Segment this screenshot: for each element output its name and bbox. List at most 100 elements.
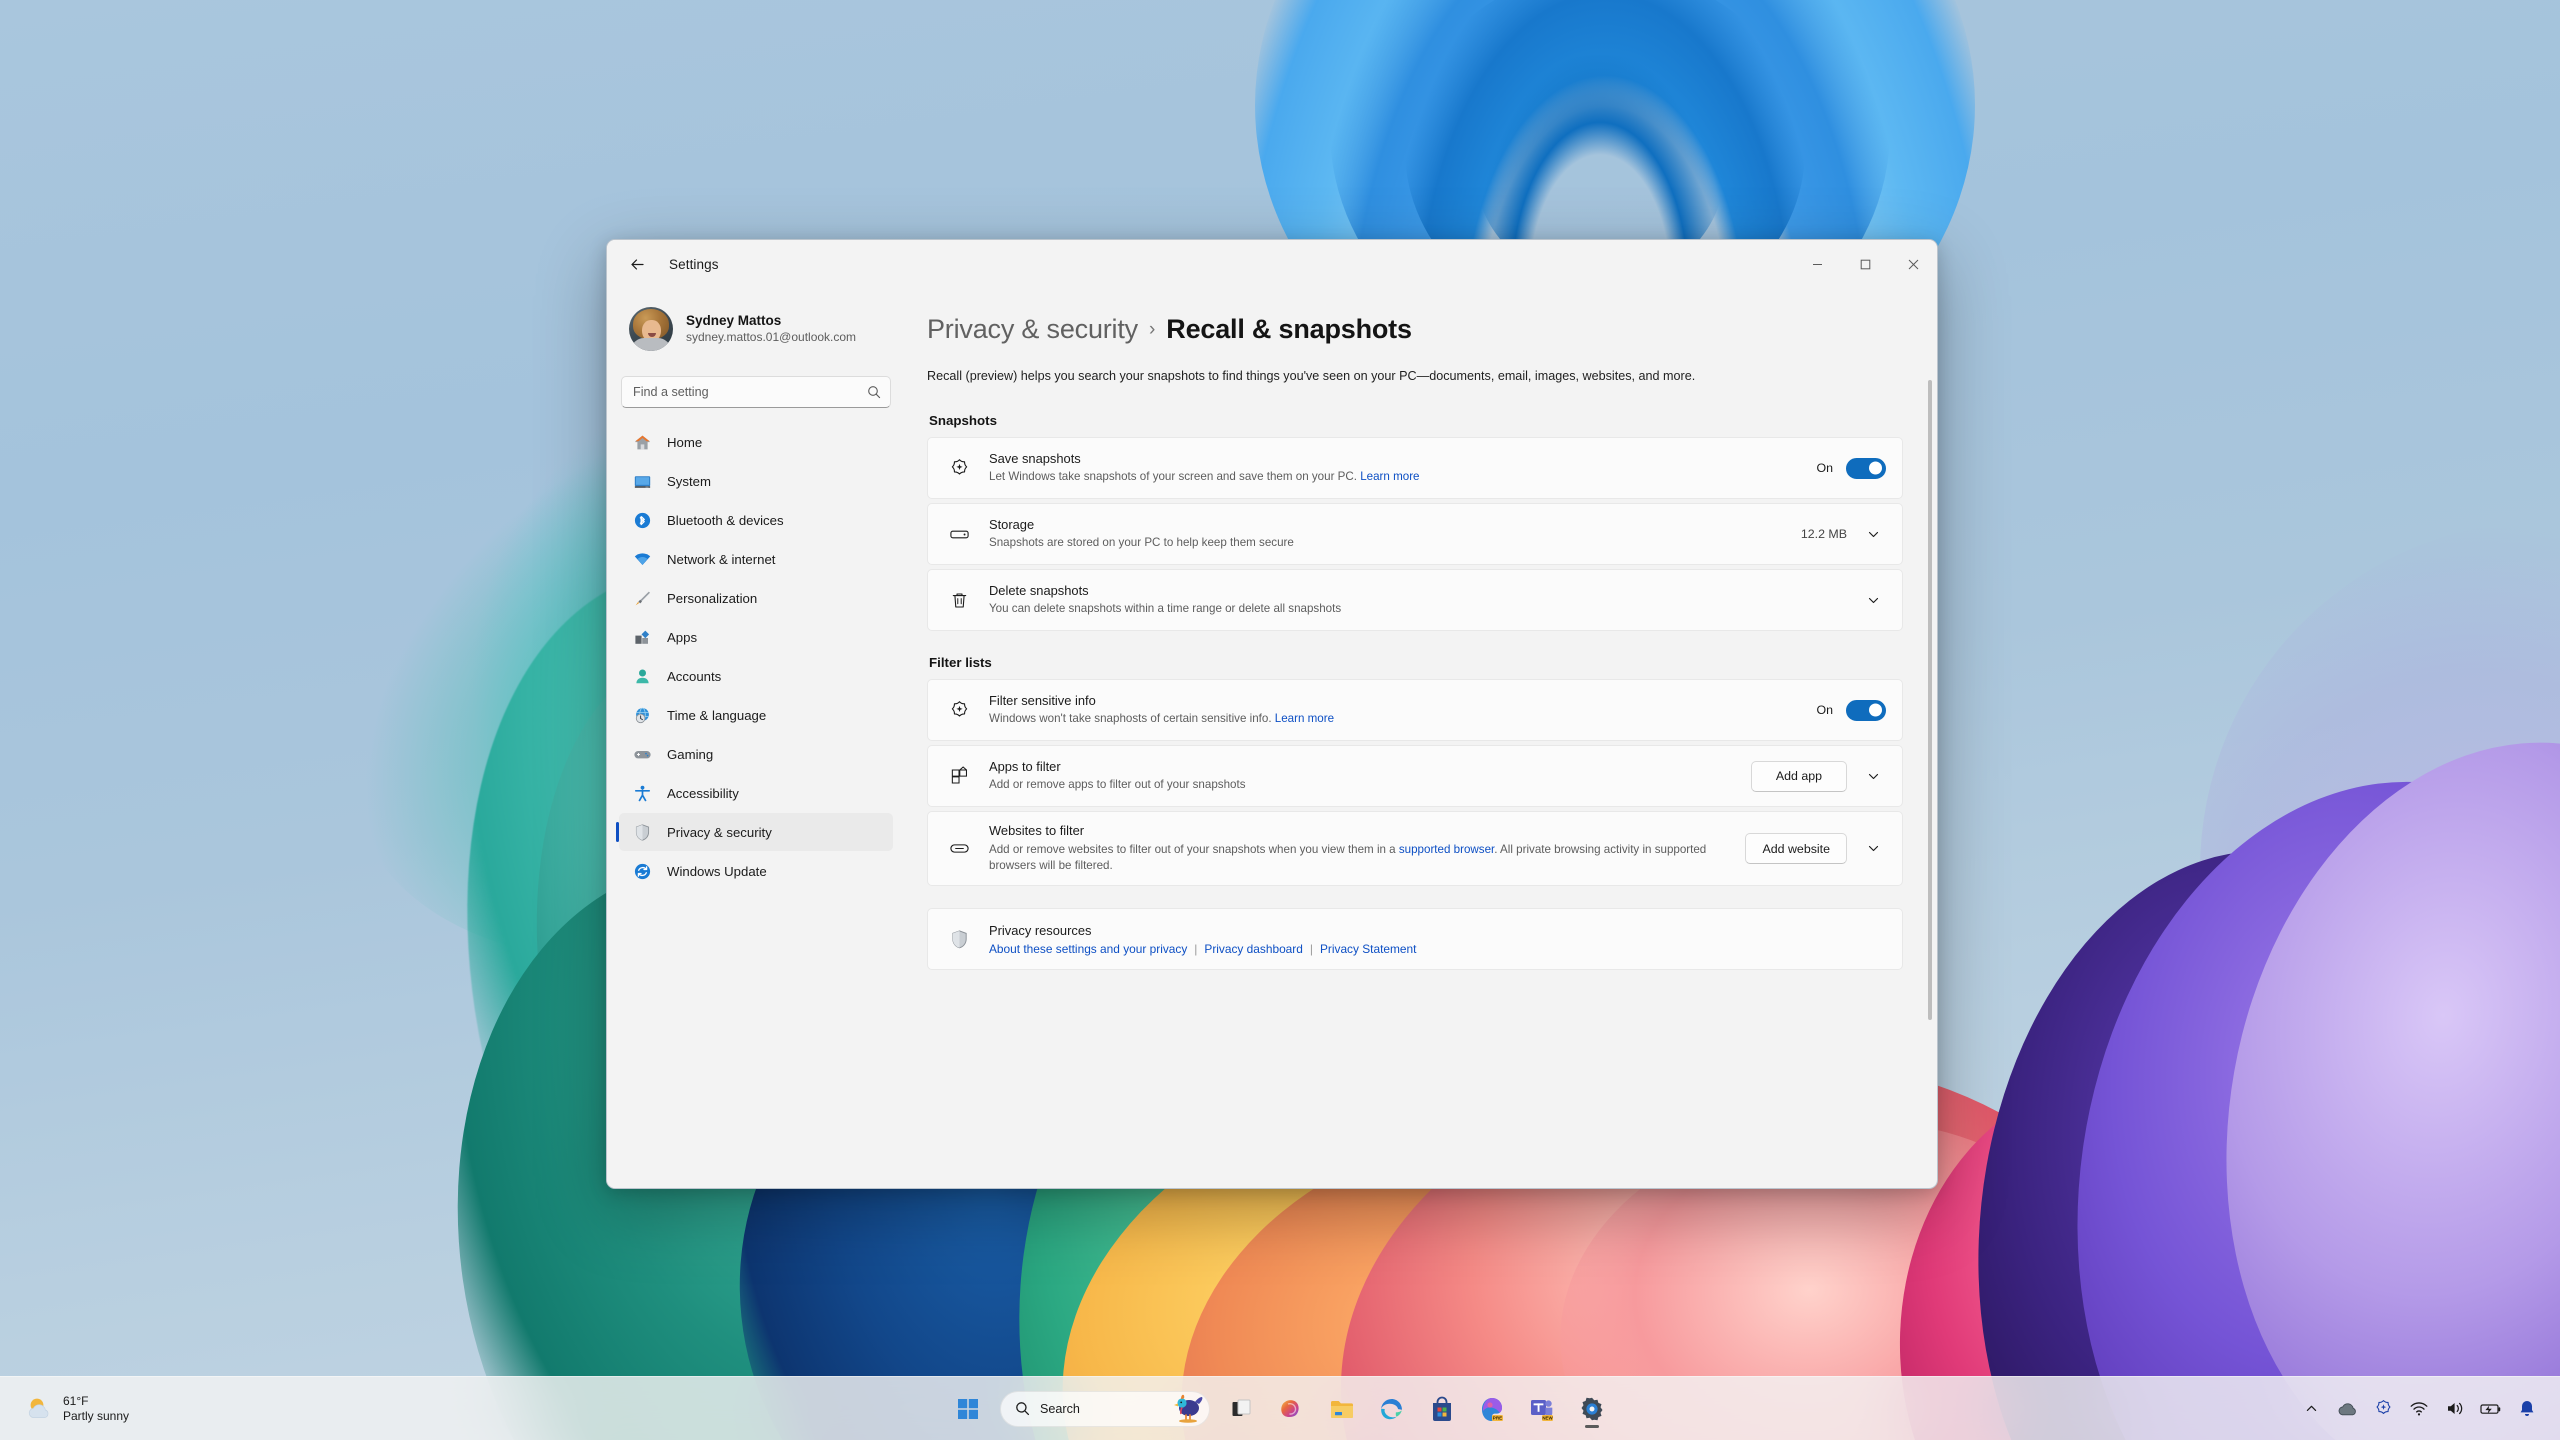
learn-more-link[interactable]: Learn more xyxy=(1275,712,1334,725)
taskbar-app-file-explorer[interactable] xyxy=(1320,1387,1364,1431)
filter-sensitive-info-toggle[interactable] xyxy=(1846,699,1886,721)
link-icon xyxy=(946,838,972,859)
sidebar-item-privacy-security[interactable]: Privacy & security xyxy=(616,813,893,851)
teams-icon: NEW xyxy=(1531,1399,1553,1421)
settings-window: Settings Sydney Mattos sydney.mattos.01@… xyxy=(606,239,1938,1189)
chevron-down-icon[interactable] xyxy=(1860,587,1886,613)
sidebar-item-bluetooth-devices[interactable]: Bluetooth & devices xyxy=(619,501,893,539)
apps-grid-icon xyxy=(631,626,653,648)
sidebar-item-apps[interactable]: Apps xyxy=(619,618,893,656)
home-icon xyxy=(631,431,653,453)
card-delete-snapshots[interactable]: Delete snapshots You can delete snapshot… xyxy=(927,569,1903,632)
link-divider: | xyxy=(1194,942,1198,957)
sidebar: Sydney Mattos sydney.mattos.01@outlook.c… xyxy=(607,288,905,1188)
apps-filter-icon xyxy=(946,766,972,787)
weather-condition: Partly sunny xyxy=(63,1408,130,1423)
tray-recall[interactable] xyxy=(2366,1389,2400,1429)
system-monitor-icon xyxy=(631,470,653,492)
taskbar-app-copilot[interactable] xyxy=(1270,1387,1314,1431)
wifi-icon xyxy=(631,548,653,570)
task-view-icon xyxy=(1232,1399,1251,1416)
sidebar-item-network-internet[interactable]: Network & internet xyxy=(619,540,893,578)
taskbar-search[interactable]: Search xyxy=(1000,1390,1210,1427)
privacy-statement-link[interactable]: Privacy Statement xyxy=(1320,942,1416,956)
supported-browser-link[interactable]: supported browser xyxy=(1399,843,1494,856)
snapshots-card-group: Save snapshots Let Windows take snapshot… xyxy=(927,437,1903,632)
window-titlebar: Settings xyxy=(607,240,1937,288)
store-bag-icon xyxy=(1433,1396,1451,1421)
card-title: Filter sensitive info xyxy=(989,693,1096,709)
minimize-button[interactable] xyxy=(1793,240,1841,288)
taskbar-app-task-view[interactable] xyxy=(1220,1387,1264,1431)
back-button[interactable] xyxy=(620,248,654,280)
toggle-state-label: On xyxy=(1816,461,1833,476)
privacy-dashboard-link[interactable]: Privacy dashboard xyxy=(1204,942,1302,956)
sidebar-item-time-language[interactable]: Time & language xyxy=(619,696,893,734)
card-title: Save snapshots xyxy=(989,451,1081,467)
section-title-filter-lists: Filter lists xyxy=(929,655,992,671)
sidebar-item-gaming[interactable]: Gaming xyxy=(619,735,893,773)
search-setting-box[interactable] xyxy=(621,376,891,408)
toggle-state-label: On xyxy=(1816,703,1833,718)
scrollbar-thumb[interactable] xyxy=(1928,380,1932,1020)
taskbar-app-teams[interactable]: NEW xyxy=(1520,1387,1564,1431)
learn-more-link[interactable]: Learn more xyxy=(1360,470,1419,483)
card-title: Privacy resources xyxy=(989,922,1092,938)
tray-show-hidden-icons[interactable] xyxy=(2294,1389,2328,1429)
taskbar-app-settings[interactable] xyxy=(1570,1387,1614,1431)
taskbar-app-edge[interactable] xyxy=(1370,1387,1414,1431)
weather-widget[interactable]: 61°F Partly sunny xyxy=(10,1385,143,1433)
close-icon xyxy=(1908,259,1918,269)
tray-onedrive[interactable] xyxy=(2330,1389,2364,1429)
start-button[interactable] xyxy=(946,1387,990,1431)
content-scrollbar[interactable] xyxy=(1928,380,1932,1180)
speaker-icon xyxy=(2447,1402,2462,1415)
sidebar-item-windows-update[interactable]: Windows Update xyxy=(619,852,893,890)
storage-drive-icon xyxy=(946,524,972,545)
about-settings-privacy-link[interactable]: About these settings and your privacy xyxy=(989,942,1187,956)
profile-email: sydney.mattos.01@outlook.com xyxy=(686,330,857,345)
search-input[interactable] xyxy=(633,385,867,399)
chevron-up-icon xyxy=(2306,1405,2316,1411)
add-app-button[interactable]: Add app xyxy=(1751,760,1847,792)
privacy-links-row: About these settings and your privacy | … xyxy=(989,942,1886,956)
close-button[interactable] xyxy=(1889,240,1937,288)
weather-temperature: 61°F xyxy=(63,1393,89,1408)
recall-sparkle-icon xyxy=(2375,1400,2391,1415)
save-snapshots-toggle[interactable] xyxy=(1846,457,1886,479)
card-save-snapshots: Save snapshots Let Windows take snapshot… xyxy=(927,437,1903,500)
app-title: Settings xyxy=(669,256,719,272)
battery-charging-icon xyxy=(2480,1403,2501,1414)
tray-notifications[interactable] xyxy=(2510,1389,2544,1429)
copilot-icon xyxy=(1281,1399,1299,1417)
sidebar-item-accounts[interactable]: Accounts xyxy=(619,657,893,695)
user-profile[interactable]: Sydney Mattos sydney.mattos.01@outlook.c… xyxy=(615,288,897,362)
card-storage[interactable]: Storage Snapshots are stored on your PC … xyxy=(927,503,1903,566)
sidebar-item-label: Windows Update xyxy=(667,863,767,879)
windows-start-icon xyxy=(958,1398,978,1419)
chevron-down-icon[interactable] xyxy=(1860,521,1886,547)
tray-battery[interactable] xyxy=(2474,1389,2508,1429)
taskbar-app-microsoft-store[interactable] xyxy=(1420,1387,1464,1431)
sidebar-item-system[interactable]: System xyxy=(619,462,893,500)
storage-value: 12.2 MB xyxy=(1800,527,1847,542)
card-subtitle: Snapshots are stored on your PC to help … xyxy=(989,536,1294,550)
tray-network[interactable] xyxy=(2402,1389,2436,1429)
chevron-down-icon[interactable] xyxy=(1860,836,1886,862)
sidebar-item-personalization[interactable]: Personalization xyxy=(619,579,893,617)
chevron-down-icon[interactable] xyxy=(1860,763,1886,789)
sidebar-item-home[interactable]: Home xyxy=(619,423,893,461)
sidebar-item-label: Network & internet xyxy=(667,551,776,567)
wifi-icon xyxy=(2410,1401,2428,1415)
sidebar-item-accessibility[interactable]: Accessibility xyxy=(619,774,893,812)
add-website-button[interactable]: Add website xyxy=(1745,833,1847,865)
sidebar-item-label: Time & language xyxy=(667,707,767,723)
folder-icon xyxy=(1331,1400,1353,1418)
edge-browser-icon xyxy=(1381,1398,1402,1419)
bluetooth-icon xyxy=(631,509,653,531)
taskbar-app-paint-cocreator[interactable]: PRE xyxy=(1470,1387,1514,1431)
breadcrumb-parent[interactable]: Privacy & security xyxy=(927,314,1138,345)
maximize-button[interactable] xyxy=(1841,240,1889,288)
page-title: Recall & snapshots xyxy=(1166,314,1412,344)
tray-volume[interactable] xyxy=(2438,1389,2472,1429)
